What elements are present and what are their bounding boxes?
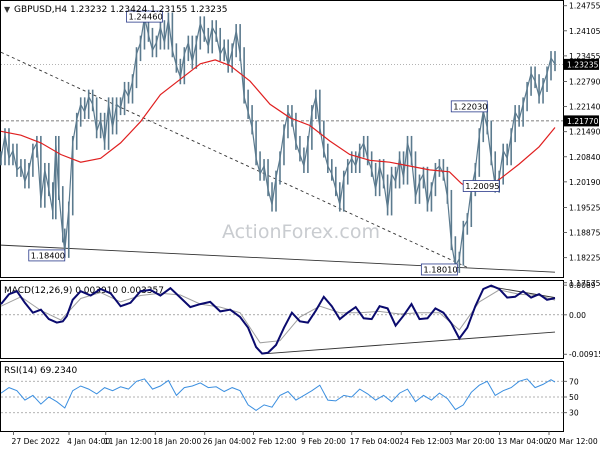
time-tick-label: 11 Jan 12:00 xyxy=(104,437,152,446)
annotation-label: 1.20095 xyxy=(465,181,499,191)
price-annotation: 1.18400 xyxy=(28,249,66,262)
symbol-line: GBPUSD,H4 1.23232 1.23424 1.23155 1.2323… xyxy=(14,5,227,15)
time-tick-label: 27 Dec 2022 xyxy=(12,437,61,446)
annotation-label: 1.22030 xyxy=(453,101,487,111)
symbol-arrow-icon: ▼ xyxy=(4,5,11,14)
time-tick-label: 13 Mar 04:00 xyxy=(498,437,549,446)
rsi-panel-frame xyxy=(0,361,564,432)
macd-tick-label: 0.0069 xyxy=(569,281,596,290)
annotation-label: 1.18010 xyxy=(423,264,457,274)
time-tick-label: 18 Jan 20:00 xyxy=(153,437,201,446)
price-tick-label: 1.24755 xyxy=(569,2,600,11)
current-price-tag-label: 1.23235 xyxy=(567,60,599,69)
time-tick-label: 20 Mar 12:00 xyxy=(547,437,598,446)
level-tag-label: 1.21770 xyxy=(567,117,599,126)
price-tick-label: 1.18225 xyxy=(569,254,600,263)
price-tick-label: 1.20840 xyxy=(569,153,600,162)
rsi-tick-label: 50 xyxy=(569,393,579,402)
rsi-tick-label: 30 xyxy=(569,409,579,418)
price-tick-label: 1.24105 xyxy=(569,27,600,36)
price-tick-label: 1.22140 xyxy=(569,103,600,112)
price-annotation: 1.20095 xyxy=(462,180,500,192)
rsi-tick-label: 70 xyxy=(569,377,579,386)
time-tick-label: 3 Mar 20:00 xyxy=(449,437,495,446)
price-tick-label: 1.22790 xyxy=(569,78,600,87)
chart-window: ActionForex.com 1.24460 1.18400 1.22030 1.2… xyxy=(0,0,600,450)
time-tick-label: 9 Feb 20:00 xyxy=(301,437,346,446)
time-tick-label: 2 Feb 12:00 xyxy=(252,437,297,446)
time-tick-label: 26 Jan 04:00 xyxy=(203,437,251,446)
watermark: ActionForex.com xyxy=(222,221,380,243)
price-tick-label: 1.18875 xyxy=(569,229,600,238)
rsi-label: RSI(14) 69.2340 xyxy=(4,366,77,376)
macd-tick-label: -0.009158 xyxy=(569,350,600,359)
annotation-label: 1.18400 xyxy=(31,250,65,260)
price-tick-label: 1.19525 xyxy=(569,204,600,213)
price-annotation: 1.18010 xyxy=(420,263,458,276)
price-tick-label: 1.20190 xyxy=(569,178,600,187)
time-tick-label: 24 Feb 12:00 xyxy=(399,437,449,446)
time-tick-label: 17 Feb 04:00 xyxy=(350,437,400,446)
chart-canvas: ActionForex.com 1.244601.184001.220301.2… xyxy=(0,0,600,446)
price-tick-label: 1.21490 xyxy=(569,128,600,137)
macd-tick-label: 0.00 xyxy=(569,311,586,320)
price-annotation: 1.22030 xyxy=(450,100,488,113)
